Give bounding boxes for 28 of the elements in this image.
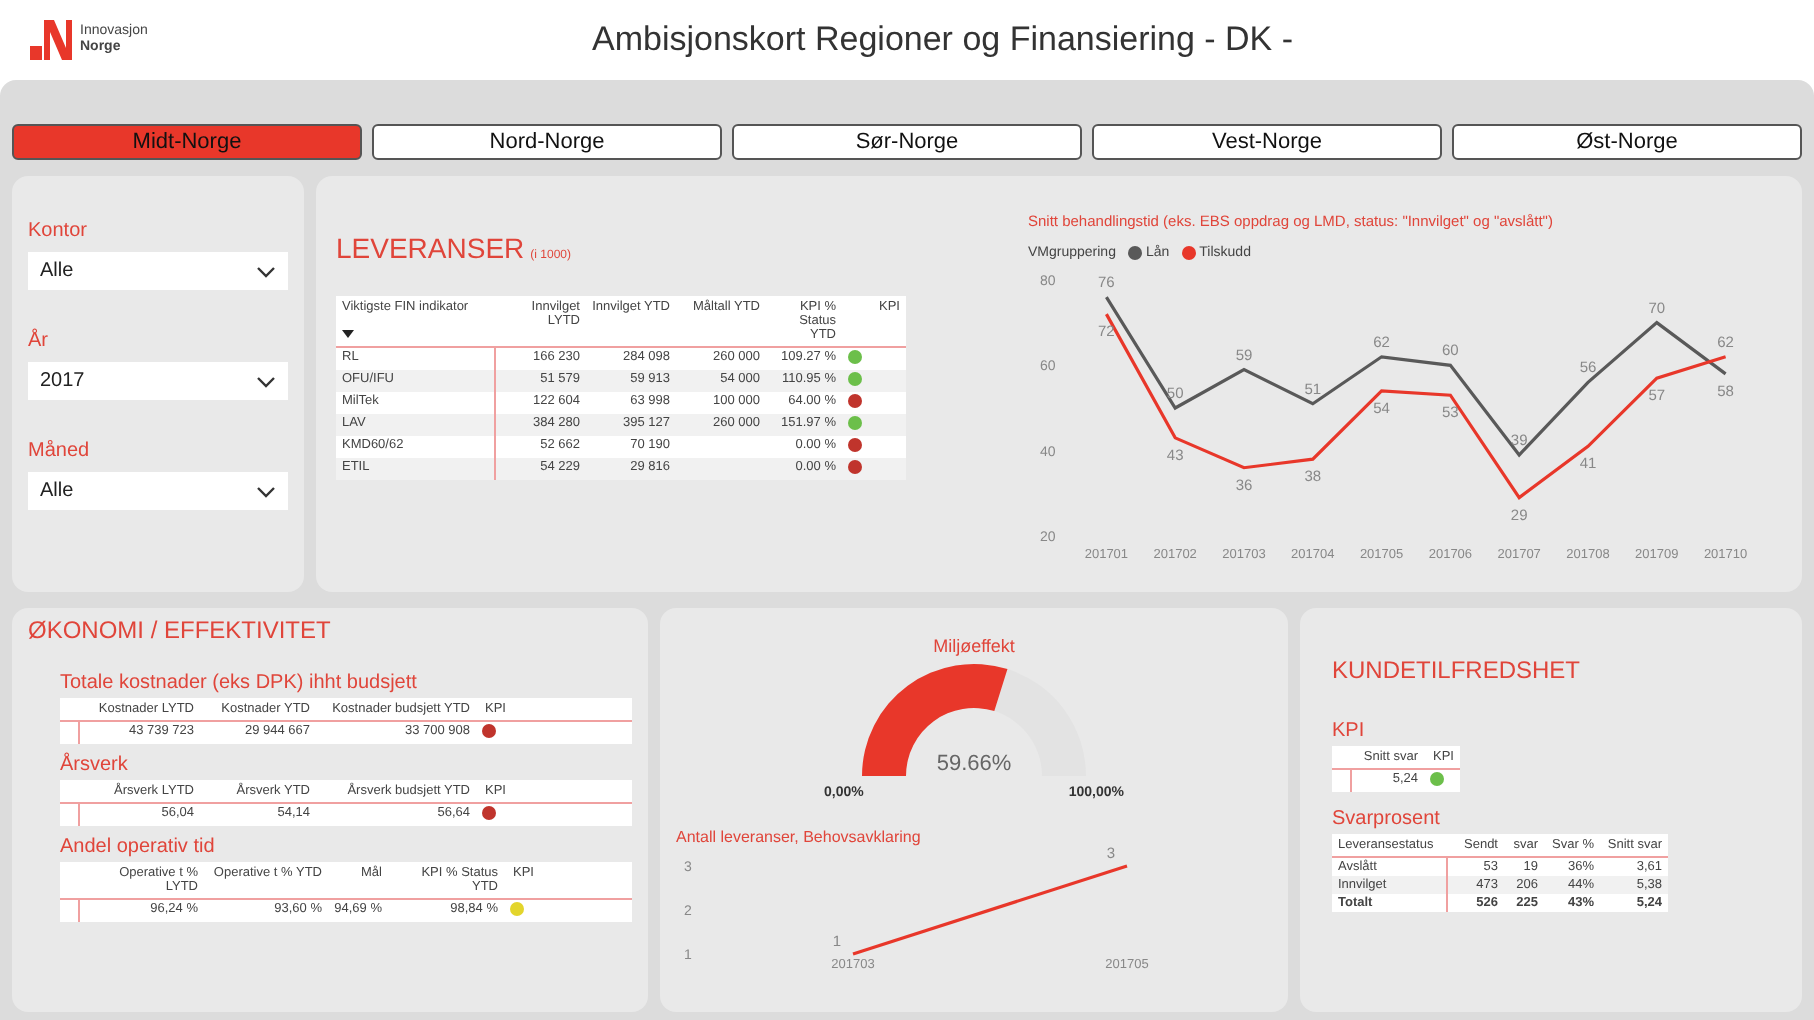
region-tab[interactable]: Øst-Norge (1452, 124, 1802, 160)
table-title: Totale kostnader (eks DPK) ihht budsjett (60, 672, 419, 694)
chevron-down-icon (256, 265, 276, 277)
section-title: ØKONOMI / EFFEKTIVITET (28, 616, 333, 644)
table-title: KPI (1332, 720, 1367, 742)
chart-title: Antall leveranser, Behovsavklaring (676, 828, 921, 846)
section-title: KUNDETILFREDSHET (1332, 656, 1583, 684)
filter-label: Måned (28, 440, 92, 462)
table-title: Svarprosent (1332, 808, 1442, 830)
filter-dropdown[interactable]: Alle (28, 472, 288, 510)
section-title: LEVERANSER (336, 232, 525, 264)
gauge-reading: 59.66% (936, 752, 1012, 776)
filter-dropdown[interactable]: 2017 (28, 362, 288, 400)
table-title: Årsverk (60, 754, 130, 776)
region-tab[interactable]: Midt-Norge (12, 124, 362, 160)
filter-dropdown[interactable]: Alle (28, 252, 288, 290)
chevron-down-icon (256, 375, 276, 387)
dashboard-title: Ambisjonskort Regioner og Finansiering - DK - (592, 20, 1294, 60)
filter-label: År (28, 330, 50, 352)
table-title: Andel operativ tid (60, 836, 217, 858)
gauge-title: Miljøeffekt (933, 636, 1015, 656)
filter-label: Kontor (28, 220, 89, 242)
sort-icon[interactable] (342, 330, 354, 338)
chevron-down-icon (256, 485, 276, 497)
logo-icon (28, 16, 72, 64)
region-tab[interactable]: Nord-Norge (372, 124, 722, 160)
region-tab[interactable]: Vest-Norge (1092, 124, 1442, 160)
region-tab[interactable]: Sør-Norge (732, 124, 1082, 160)
